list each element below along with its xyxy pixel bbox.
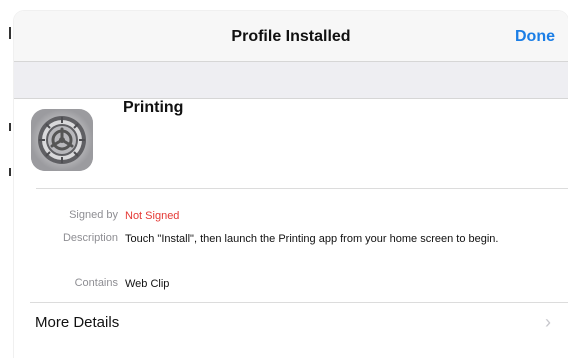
divider [36, 188, 568, 189]
navigation-bar: Profile Installed Done [14, 11, 568, 62]
description-value: Touch "Install", then launch the Printin… [125, 233, 499, 245]
settings-gear-icon [31, 109, 93, 171]
left-edge-mark [9, 123, 11, 131]
more-details-label: More Details [35, 314, 120, 331]
settings-gear-icon-graphic [31, 109, 93, 171]
contains-label: Contains [74, 277, 118, 289]
contains-value: Web Clip [125, 278, 170, 290]
done-button[interactable]: Done [515, 28, 555, 46]
signed-by-value: Not Signed [125, 210, 180, 222]
more-details-row[interactable]: More Details › [14, 303, 568, 345]
profile-name: Printing [123, 99, 184, 116]
backdrop-left [0, 0, 14, 358]
signed-by-label: Signed by [69, 209, 118, 221]
backdrop [0, 0, 582, 11]
page-title: Profile Installed [231, 28, 351, 45]
left-edge-mark [9, 168, 11, 176]
profile-row: Printing [14, 99, 568, 202]
profile-sheet: Profile Installed Done Printing Signed b… [14, 11, 568, 358]
backdrop-right [568, 0, 582, 358]
left-edge-mark [9, 27, 11, 39]
section-spacer [14, 62, 568, 99]
chevron-right-icon: › [545, 312, 551, 332]
description-label: Description [62, 232, 118, 244]
